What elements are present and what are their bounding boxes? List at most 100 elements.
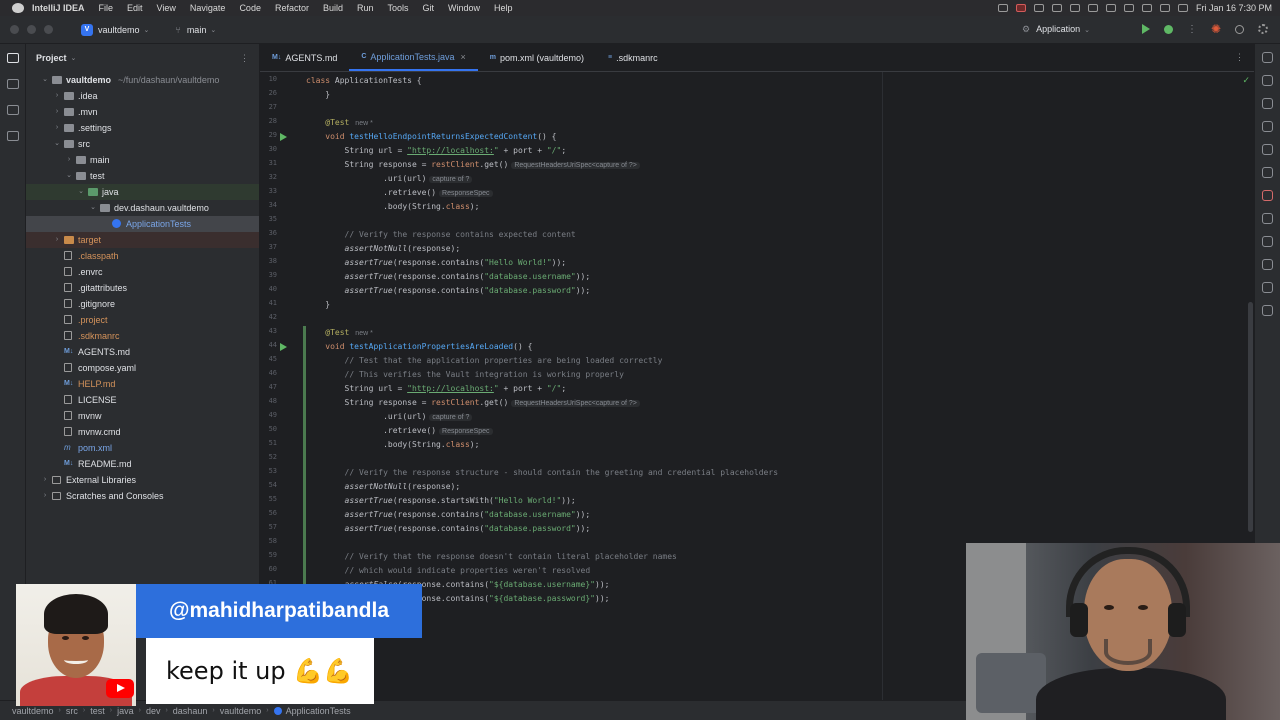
tree-item[interactable]: › .settings bbox=[26, 120, 259, 136]
tree-item[interactable]: › Scratches and Consoles bbox=[26, 488, 259, 504]
bean-tool-icon[interactable] bbox=[1262, 236, 1273, 247]
apple-icon[interactable] bbox=[12, 3, 24, 13]
tree-item[interactable]: ⌄ src bbox=[26, 136, 259, 152]
menu-refactor[interactable]: Refactor bbox=[275, 3, 309, 13]
project-selector[interactable]: vaultdemo bbox=[98, 25, 140, 35]
tree-item[interactable]: .gitattributes bbox=[26, 280, 259, 296]
code-line[interactable]: } bbox=[306, 298, 330, 312]
tree-item[interactable]: M↓ README.md bbox=[26, 456, 259, 472]
ai-chat-icon[interactable] bbox=[1262, 75, 1273, 86]
code-line[interactable]: class ApplicationTests { bbox=[306, 74, 422, 88]
menu-code[interactable]: Code bbox=[239, 3, 261, 13]
plugin-tool-icon[interactable] bbox=[1262, 190, 1273, 201]
structure-tool-icon[interactable] bbox=[6, 105, 19, 115]
code-line[interactable]: assertTrue(response.contains("database.p… bbox=[306, 284, 591, 298]
tray-app-icon[interactable] bbox=[1087, 4, 1098, 12]
close-tab-icon[interactable]: × bbox=[460, 52, 465, 62]
gradle-tool-icon[interactable] bbox=[1262, 144, 1273, 155]
chevron-right-icon[interactable]: › bbox=[40, 488, 50, 504]
tree-item[interactable]: › .mvn bbox=[26, 104, 259, 120]
code-line[interactable]: .retrieve() ResponseSpec bbox=[306, 424, 493, 439]
editor-scrollbar[interactable] bbox=[1248, 302, 1253, 532]
tree-item[interactable]: m pom.xml bbox=[26, 440, 259, 456]
menu-file[interactable]: File bbox=[99, 3, 114, 13]
chevron-down-icon[interactable]: ⌄ bbox=[76, 184, 86, 200]
code-line[interactable]: String url = "http://localhost:" + port … bbox=[306, 144, 567, 158]
project-panel-header[interactable]: Project ⌄ ⋮ bbox=[26, 44, 259, 72]
breadcrumb-item[interactable]: dashaun bbox=[173, 706, 208, 716]
code-line[interactable]: // Verify the response contains expected… bbox=[306, 228, 576, 242]
copilot-icon[interactable] bbox=[1262, 305, 1273, 316]
code-line[interactable]: assertTrue(response.startsWith("Hello Wo… bbox=[306, 494, 576, 508]
tab-pom-xml[interactable]: m pom.xml (vaultdemo) bbox=[478, 44, 596, 71]
breadcrumb-item[interactable]: dev bbox=[146, 706, 161, 716]
project-panel-options-icon[interactable]: ⋮ bbox=[240, 53, 249, 64]
tree-item[interactable]: .classpath bbox=[26, 248, 259, 264]
menu-help[interactable]: Help bbox=[494, 3, 513, 13]
breadcrumb-item[interactable]: src bbox=[66, 706, 78, 716]
tray-app-icon[interactable] bbox=[1105, 4, 1116, 12]
display-icon[interactable] bbox=[1033, 4, 1044, 12]
run-test-gutter-icon[interactable] bbox=[280, 343, 287, 351]
code-line[interactable]: assertTrue(response.contains("database.u… bbox=[306, 270, 591, 284]
chevron-down-icon[interactable]: ⌄ bbox=[52, 136, 62, 152]
chevron-right-icon[interactable]: › bbox=[52, 232, 62, 248]
services-icon[interactable] bbox=[1262, 259, 1273, 270]
code-line[interactable]: assertNotNull(response); bbox=[306, 480, 461, 494]
chevron-down-icon[interactable]: ⌄ bbox=[88, 200, 98, 216]
window-zoom-button[interactable] bbox=[44, 25, 53, 34]
chevron-down-icon[interactable]: ⌄ bbox=[210, 26, 216, 34]
window-close-button[interactable] bbox=[10, 25, 19, 34]
breadcrumb-item[interactable]: java bbox=[117, 706, 134, 716]
code-line[interactable]: .body(String.class); bbox=[306, 438, 479, 452]
chevron-down-icon[interactable]: ⌄ bbox=[71, 54, 77, 62]
search-everywhere-icon[interactable] bbox=[1235, 24, 1244, 34]
web-tool-icon[interactable] bbox=[1262, 213, 1273, 224]
commit-tool-icon[interactable] bbox=[6, 79, 19, 89]
vcs-added-marker[interactable] bbox=[303, 536, 306, 550]
menu-build[interactable]: Build bbox=[323, 3, 343, 13]
tree-item[interactable]: mvnw bbox=[26, 408, 259, 424]
code-line[interactable]: .uri(url) capture of ? bbox=[306, 172, 473, 187]
code-line[interactable]: @Test new * bbox=[306, 326, 373, 341]
run-button[interactable] bbox=[1141, 24, 1150, 34]
tree-item[interactable]: .envrc bbox=[26, 264, 259, 280]
code-line[interactable]: // Verify that the response doesn't cont… bbox=[306, 550, 677, 564]
tree-item[interactable]: M↓ HELP.md bbox=[26, 376, 259, 392]
code-line[interactable]: // Verify the response structure - shoul… bbox=[306, 466, 778, 480]
code-line[interactable]: void testApplicationPropertiesAreLoaded(… bbox=[306, 340, 532, 354]
menu-app-name[interactable]: IntelliJ IDEA bbox=[32, 3, 85, 13]
tray-app-icon[interactable] bbox=[997, 4, 1008, 12]
code-line[interactable]: // which would indicate properties weren… bbox=[306, 564, 591, 578]
breadcrumb-item[interactable]: ApplicationTests bbox=[286, 706, 351, 716]
recording-icon[interactable] bbox=[1015, 4, 1026, 12]
code-line[interactable]: String response = restClient.get() Reques… bbox=[306, 158, 640, 173]
chevron-down-icon[interactable]: ⌄ bbox=[64, 168, 74, 184]
chevron-right-icon[interactable]: › bbox=[64, 152, 74, 168]
tree-item[interactable]: ApplicationTests bbox=[26, 216, 259, 232]
code-line[interactable]: void testHelloEndpointReturnsExpectedCon… bbox=[306, 130, 556, 144]
menu-edit[interactable]: Edit bbox=[127, 3, 143, 13]
tree-item[interactable]: › main bbox=[26, 152, 259, 168]
tree-item[interactable]: LICENSE bbox=[26, 392, 259, 408]
tab-sdkmanrc[interactable]: ≡ .sdkmanrc bbox=[596, 44, 670, 71]
tree-item[interactable]: M↓ AGENTS.md bbox=[26, 344, 259, 360]
code-line[interactable]: .uri(url) capture of ? bbox=[306, 410, 473, 425]
breadcrumb-item[interactable]: test bbox=[90, 706, 105, 716]
tree-item[interactable]: › target bbox=[26, 232, 259, 248]
tree-item[interactable]: › .idea bbox=[26, 88, 259, 104]
ai-assistant-icon[interactable]: ✺ bbox=[1211, 22, 1221, 36]
database-icon[interactable] bbox=[1262, 98, 1273, 109]
code-line[interactable]: String response = restClient.get() Reques… bbox=[306, 396, 640, 411]
code-line[interactable]: .retrieve() ResponseSpec bbox=[306, 186, 493, 201]
tab-options-icon[interactable]: ⋮ bbox=[1235, 52, 1244, 63]
breadcrumb-item[interactable]: vaultdemo bbox=[12, 706, 54, 716]
breadcrumb-item[interactable]: vaultdemo bbox=[220, 706, 262, 716]
chevron-down-icon[interactable]: ⌄ bbox=[144, 26, 150, 34]
terminal-icon[interactable] bbox=[1262, 282, 1273, 293]
code-line[interactable]: // This verifies the Vault integration i… bbox=[306, 368, 624, 382]
menu-bar-clock[interactable]: Fri Jan 16 7:30 PM bbox=[1196, 3, 1272, 13]
code-line[interactable]: String url = "http://localhost:" + port … bbox=[306, 382, 567, 396]
battery-icon[interactable] bbox=[1141, 4, 1152, 12]
menu-navigate[interactable]: Navigate bbox=[190, 3, 226, 13]
